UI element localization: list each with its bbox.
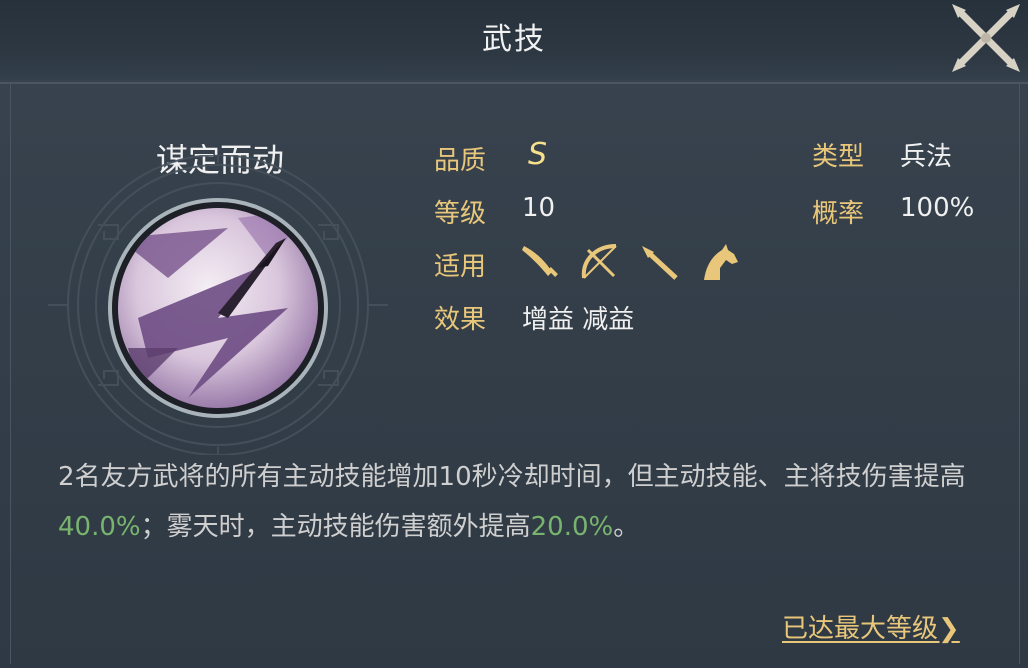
- fog-bonus-value: 20.0%: [530, 512, 614, 542]
- type-value: 兵法: [900, 142, 953, 172]
- level-label: 等级: [434, 199, 487, 229]
- quality-label: 品质: [434, 146, 487, 176]
- description-text: 2名友方武将的所有主动技能增加10秒冷却时间，但主动技能、主将技伤害提高: [58, 462, 966, 492]
- sword-icon: [522, 246, 558, 277]
- skill-spear-icon: [108, 198, 328, 418]
- bow-icon: [581, 244, 617, 279]
- rate-value: 100%: [900, 193, 975, 223]
- rate-label: 概率: [812, 199, 865, 229]
- apply-label: 适用: [434, 252, 487, 282]
- effect-value: 增益 减益: [522, 305, 635, 335]
- window-title: 武技: [482, 22, 546, 57]
- level-value: 10: [522, 193, 556, 223]
- quality-value: S: [528, 137, 548, 172]
- type-label: 类型: [812, 142, 865, 172]
- damage-bonus-value: 40.0%: [58, 512, 141, 542]
- description-text-3: 。: [613, 512, 640, 542]
- skill-description: 2名友方武将的所有主动技能增加10秒冷却时间，但主动技能、主将技伤害提高 40.0…: [58, 452, 968, 552]
- close-button[interactable]: [948, 0, 1024, 76]
- horse-icon: [704, 244, 738, 280]
- close-icon: [952, 4, 1020, 72]
- effect-label: 效果: [434, 305, 487, 335]
- description-text-2: ；雾天时，主动技能伤害额外提高: [140, 512, 531, 542]
- spear-icon: [642, 246, 678, 280]
- max-level-link[interactable]: 已达最大等级❯: [782, 608, 960, 645]
